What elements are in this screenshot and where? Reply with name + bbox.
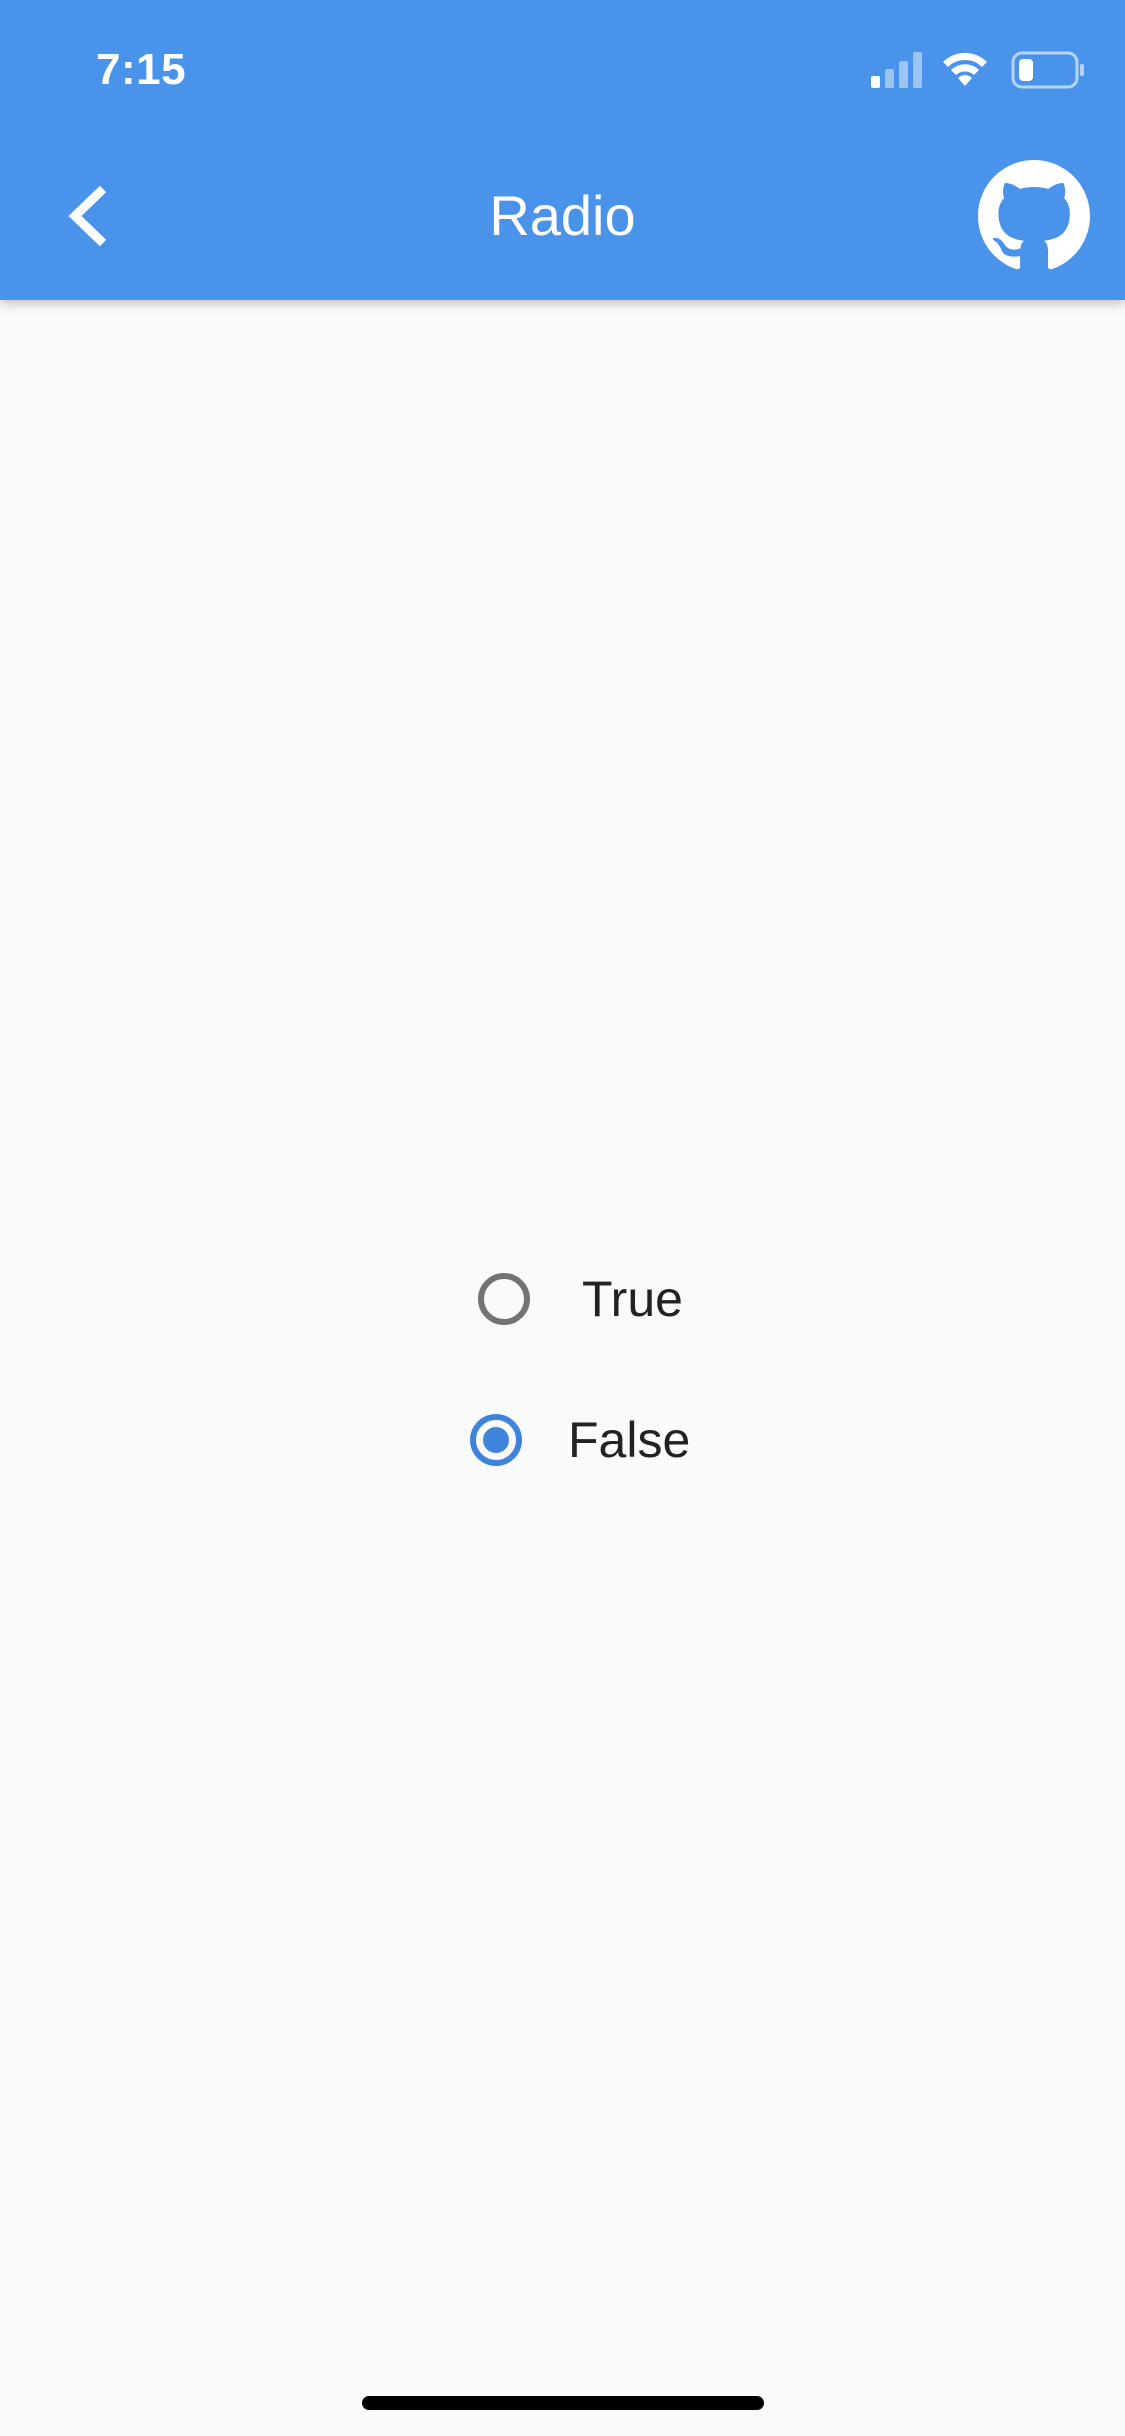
radio-button-unchecked[interactable] [478,1273,530,1325]
status-icons [871,48,1085,92]
home-indicator [362,2396,764,2410]
radio-option-true[interactable]: True [478,1264,683,1334]
app-bar: 7:15 Radio [0,0,1125,300]
page-title: Radio [489,184,636,247]
github-icon [978,160,1090,270]
status-time: 7:15 [96,45,187,94]
battery-icon [1011,51,1084,89]
radio-option-false[interactable]: False [470,1405,690,1475]
wifi-icon [943,52,987,86]
cellular-signal-icon [871,52,922,88]
radio-label-true: True [582,1271,683,1327]
github-button[interactable] [978,160,1090,272]
radio-label-false: False [568,1412,691,1468]
radio-button-checked[interactable] [470,1414,522,1466]
